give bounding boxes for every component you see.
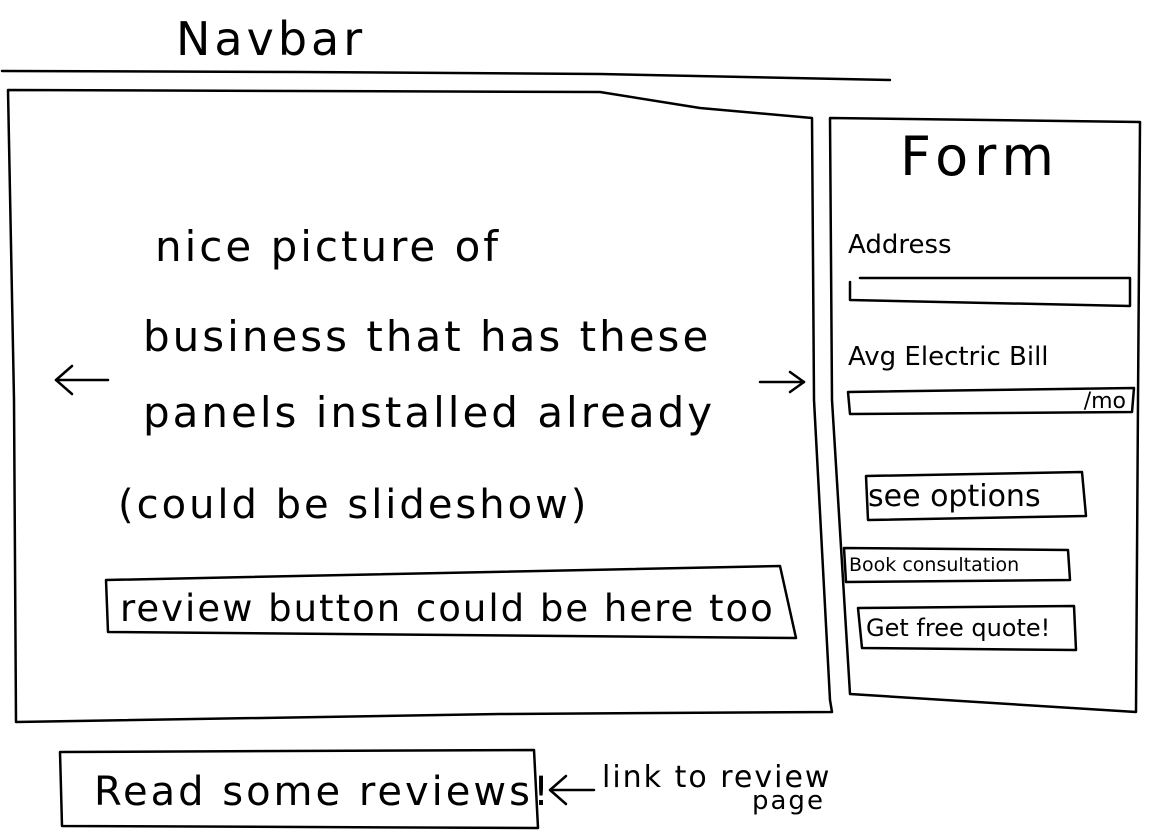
address-input[interactable] — [852, 280, 1128, 304]
annotation-arrow-icon — [548, 774, 598, 806]
slideshow-next-arrow-icon[interactable] — [756, 366, 810, 398]
hero-text-line-2: business that has these — [143, 312, 712, 361]
form-title: Form — [900, 125, 1061, 188]
avg-electric-bill-label: Avg Electric Bill — [848, 342, 1049, 372]
read-reviews-link[interactable]: Read some reviews! — [60, 751, 549, 827]
slideshow-prev-arrow-icon[interactable] — [50, 362, 114, 400]
read-reviews-label: Read some reviews! — [94, 769, 552, 815]
hero-text-line-3: panels installed already — [143, 388, 716, 437]
review-button-label: review button could be here too — [120, 587, 775, 630]
avg-electric-bill-input[interactable] — [852, 390, 1130, 412]
review-button[interactable]: review button could be here too — [106, 567, 794, 643]
address-label: Address — [848, 230, 952, 260]
hero-text-line-4: (could be slideshow) — [118, 482, 590, 528]
book-consultation-button[interactable]: Book consultation — [846, 549, 1068, 581]
see-options-button[interactable]: see options — [866, 474, 1084, 518]
annotation-text-line-2: page — [752, 786, 825, 816]
free-quote-button[interactable]: Get free quote! — [860, 606, 1074, 650]
hero-text-line-1: nice picture of — [155, 222, 502, 271]
navbar-placeholder: Navbar — [176, 12, 367, 66]
